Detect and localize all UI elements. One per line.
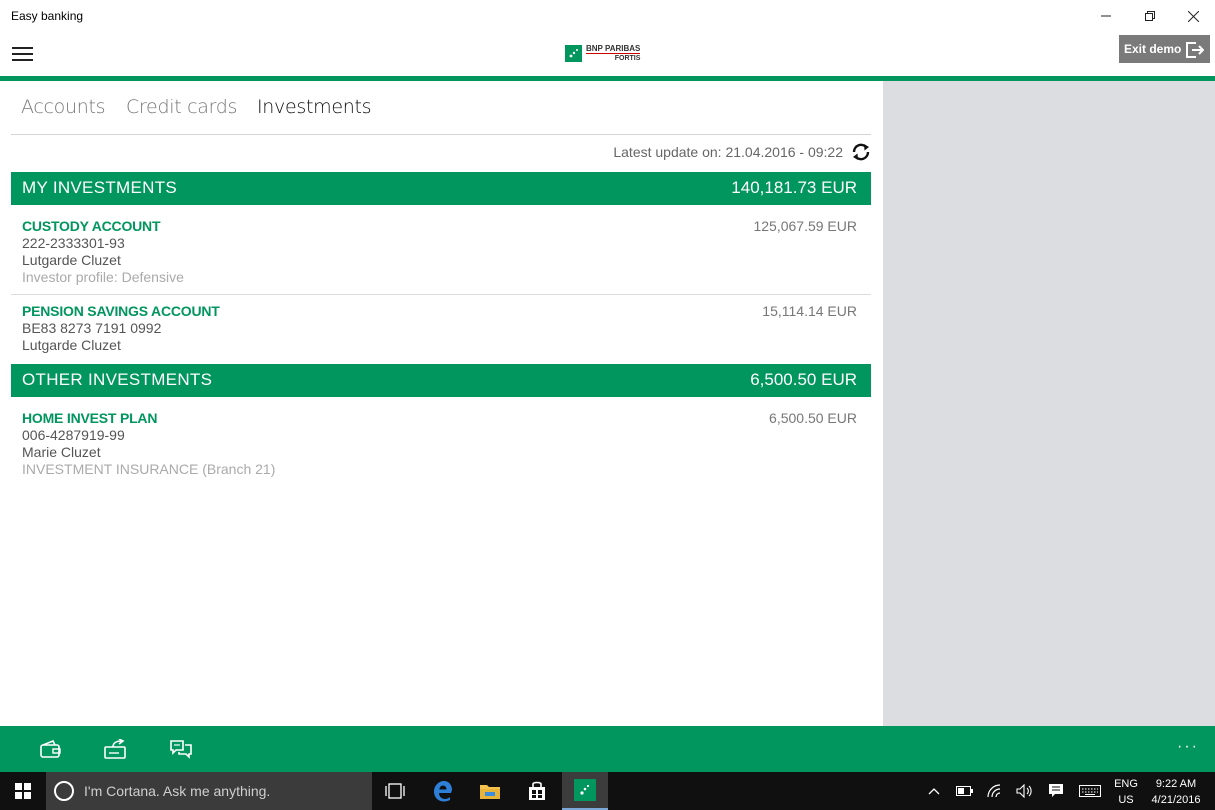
section-total: 140,181.73 EUR	[731, 178, 857, 197]
file-explorer-button[interactable]	[467, 772, 513, 810]
refresh-icon	[852, 143, 870, 161]
account-name: PENSION SAVINGS ACCOUNT	[22, 303, 220, 319]
side-panel	[883, 81, 1215, 726]
cortana-placeholder: I'm Cortana. Ask me anything.	[84, 783, 271, 799]
keyboard-icon	[1079, 785, 1101, 797]
account-number: 222-2333301-93	[22, 235, 125, 251]
windows-logo-icon	[15, 783, 31, 799]
latest-update-text: Latest update on: 21.04.2016 - 09:22	[613, 144, 843, 160]
wallet-button[interactable]	[38, 739, 64, 759]
show-hidden-icons-button[interactable]	[924, 772, 944, 810]
account-extra: Investor profile: Defensive	[22, 269, 184, 285]
tab-investments[interactable]: Investments	[257, 96, 372, 118]
messages-button[interactable]	[168, 739, 194, 759]
chat-icon	[170, 740, 192, 759]
app-header: BNP PARIBAS FORTIS Exit demo	[0, 32, 1215, 76]
account-holder: Lutgarde Cluzet	[22, 337, 121, 353]
account-holder: Lutgarde Cluzet	[22, 252, 121, 268]
lang-code: ENG	[1114, 778, 1138, 790]
transfer-icon	[104, 738, 126, 759]
brand-bottom: FORTIS	[586, 53, 641, 63]
edge-button[interactable]	[420, 772, 466, 810]
network-button[interactable]	[985, 772, 1007, 810]
notification-icon	[1049, 784, 1063, 797]
logo-mark-icon	[565, 45, 582, 62]
chevron-up-icon	[928, 788, 940, 795]
account-home-invest-plan[interactable]: HOME INVEST PLAN 6,500.50 EUR 006-428791…	[11, 410, 871, 480]
clock[interactable]: 9:22 AM 4/21/2016	[1146, 776, 1206, 808]
account-number: 006-4287919-99	[22, 427, 125, 443]
account-amount: 6,500.50 EUR	[769, 410, 857, 426]
my-investments-header: MY INVESTMENTS 140,181.73 EUR	[11, 172, 871, 205]
easy-banking-taskbar-button[interactable]	[562, 772, 608, 810]
minimize-icon	[1101, 15, 1111, 17]
battery-button[interactable]	[954, 772, 976, 810]
title-bar: Easy banking	[0, 0, 1215, 32]
start-button[interactable]	[0, 772, 46, 810]
volume-button[interactable]	[1014, 772, 1036, 810]
window-title: Easy banking	[11, 9, 84, 23]
cortana-icon	[54, 781, 74, 801]
account-amount: 125,067.59 EUR	[753, 218, 857, 234]
transfer-button[interactable]	[103, 738, 129, 759]
account-pension-savings[interactable]: PENSION SAVINGS ACCOUNT 15,114.14 EUR BE…	[11, 303, 871, 363]
section-title: MY INVESTMENTS	[22, 178, 178, 197]
speaker-icon	[1016, 784, 1032, 798]
edge-icon	[434, 781, 452, 802]
exit-demo-button[interactable]: Exit demo	[1119, 35, 1210, 63]
close-button[interactable]	[1171, 0, 1215, 32]
minimize-button[interactable]	[1084, 0, 1128, 32]
brand-top: BNP PARIBAS	[586, 44, 641, 53]
restore-icon	[1145, 11, 1155, 21]
hamburger-icon	[12, 47, 33, 49]
exit-icon	[1186, 42, 1204, 58]
exit-demo-label: Exit demo	[1124, 42, 1182, 56]
account-holder: Marie Cluzet	[22, 444, 101, 460]
tab-bar: Accounts Credit cards Investments	[11, 81, 871, 135]
lang-region: US	[1118, 794, 1134, 806]
account-name: CUSTODY ACCOUNT	[22, 218, 161, 234]
cortana-search-box[interactable]: I'm Cortana. Ask me anything.	[46, 772, 372, 810]
clock-time: 9:22 AM	[1155, 778, 1197, 790]
store-icon	[529, 781, 545, 800]
store-button[interactable]	[514, 772, 560, 810]
folder-icon	[480, 785, 500, 799]
clock-date: 4/21/2016	[1151, 794, 1201, 806]
touch-keyboard-button[interactable]	[1076, 772, 1104, 810]
account-amount: 15,114.14 EUR	[762, 303, 857, 319]
restore-button[interactable]	[1128, 0, 1172, 32]
more-options-button[interactable]: ···	[1177, 738, 1199, 756]
menu-button[interactable]	[12, 47, 33, 61]
close-icon	[1187, 10, 1199, 22]
input-language[interactable]: ENG US	[1112, 776, 1140, 808]
account-number: BE83 8273 7191 0992	[22, 320, 162, 336]
section-title: OTHER INVESTMENTS	[22, 370, 213, 389]
wallet-icon	[40, 739, 61, 758]
bnp-logo: BNP PARIBAS FORTIS	[565, 44, 641, 63]
task-view-icon	[385, 783, 405, 799]
bottom-app-bar: ···	[0, 726, 1215, 772]
tab-accounts[interactable]: Accounts	[21, 96, 106, 118]
other-investments-header: OTHER INVESTMENTS 6,500.50 EUR	[11, 364, 871, 397]
account-extra: INVESTMENT INSURANCE (Branch 21)	[22, 461, 276, 477]
section-total: 6,500.50 EUR	[750, 370, 857, 389]
easy-banking-icon	[574, 779, 596, 801]
battery-icon	[956, 786, 973, 796]
refresh-button[interactable]	[851, 142, 871, 162]
account-custody[interactable]: CUSTODY ACCOUNT 125,067.59 EUR 222-23333…	[11, 218, 871, 295]
wifi-icon	[987, 784, 1001, 798]
windows-taskbar: I'm Cortana. Ask me anything. ENG US 9:2…	[0, 772, 1215, 810]
action-center-button[interactable]	[1045, 772, 1067, 810]
account-name: HOME INVEST PLAN	[22, 410, 158, 426]
task-view-button[interactable]	[372, 772, 418, 810]
tab-credit-cards[interactable]: Credit cards	[126, 96, 237, 118]
